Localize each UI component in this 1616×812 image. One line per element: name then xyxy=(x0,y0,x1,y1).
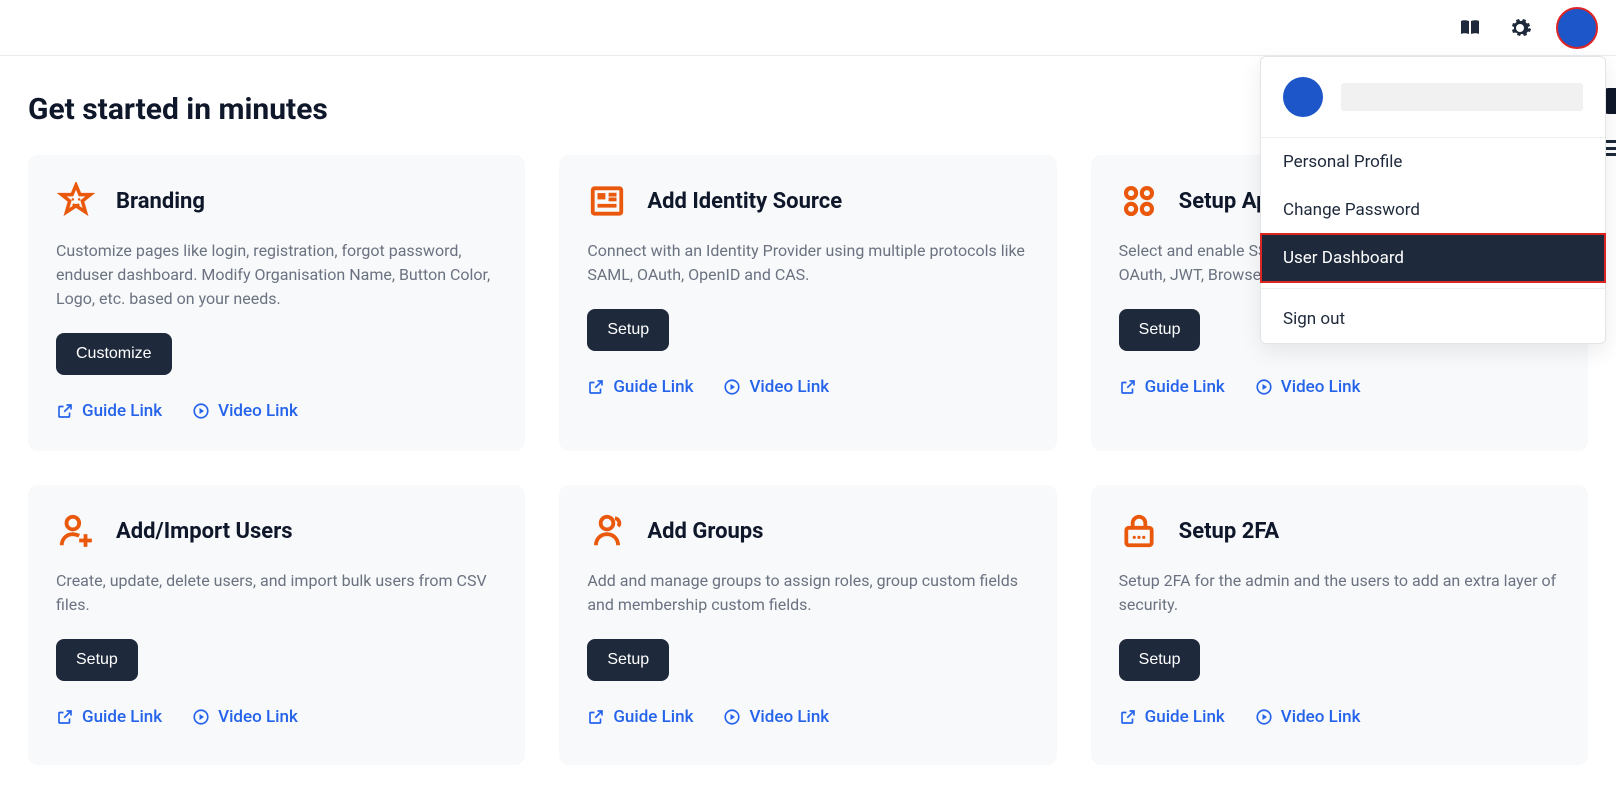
video-link[interactable]: Video Link xyxy=(1255,377,1361,397)
card-title: Add/Import Users xyxy=(116,519,293,544)
card-description: Customize pages like login, registration… xyxy=(56,239,497,311)
guide-link[interactable]: Guide Link xyxy=(1119,707,1225,727)
topbar xyxy=(0,0,1616,56)
card-header: Setup 2FA xyxy=(1119,511,1560,551)
video-link[interactable]: Video Link xyxy=(723,707,829,727)
guide-link[interactable]: Guide Link xyxy=(587,707,693,727)
card-action-button[interactable]: Setup xyxy=(1119,309,1201,351)
card-add-identity-source: Add Identity Source Connect with an Ident… xyxy=(559,155,1056,451)
card-header: Branding xyxy=(56,181,497,221)
apps-icon xyxy=(1119,181,1159,221)
card-title: Setup 2FA xyxy=(1179,519,1280,544)
card-add-groups: Add Groups Add and manage groups to assig… xyxy=(559,485,1056,765)
guide-link[interactable]: Guide Link xyxy=(1119,377,1225,397)
external-link-icon xyxy=(56,402,74,420)
card-description: Setup 2FA for the admin and the users to… xyxy=(1119,569,1560,617)
card-title: Branding xyxy=(116,189,205,214)
video-link[interactable]: Video Link xyxy=(723,377,829,397)
dropdown-divider xyxy=(1261,288,1605,289)
user-avatar[interactable] xyxy=(1556,7,1598,49)
card-links: Guide Link Video Link xyxy=(56,401,497,421)
external-link-icon xyxy=(587,378,605,396)
external-link-icon xyxy=(1119,708,1137,726)
video-link[interactable]: Video Link xyxy=(1255,707,1361,727)
dropdown-item-sign-out[interactable]: Sign out xyxy=(1261,295,1605,343)
play-circle-icon xyxy=(1255,708,1273,726)
user-plus-icon xyxy=(56,511,96,551)
card-add-import-users: Add/Import Users Create, update, delete u… xyxy=(28,485,525,765)
play-circle-icon xyxy=(723,708,741,726)
external-link-icon xyxy=(1119,378,1137,396)
card-description: Connect with an Identity Provider using … xyxy=(587,239,1028,287)
dropdown-item-personal-profile[interactable]: Personal Profile xyxy=(1261,138,1605,186)
card-links: Guide Link Video Link xyxy=(587,707,1028,727)
dropdown-item-user-dashboard[interactable]: User Dashboard xyxy=(1261,234,1605,282)
card-branding: Branding Customize pages like login, regi… xyxy=(28,155,525,451)
play-circle-icon xyxy=(723,378,741,396)
card-links: Guide Link Video Link xyxy=(1119,707,1560,727)
card-action-button[interactable]: Setup xyxy=(1119,639,1201,681)
dropdown-avatar xyxy=(1283,77,1323,117)
video-link[interactable]: Video Link xyxy=(192,401,298,421)
card-header: Add Groups xyxy=(587,511,1028,551)
card-links: Guide Link Video Link xyxy=(56,707,497,727)
external-link-icon xyxy=(56,708,74,726)
group-icon xyxy=(587,511,627,551)
user-dropdown: Personal ProfileChange PasswordUser Dash… xyxy=(1260,56,1606,344)
dropdown-header xyxy=(1261,57,1605,138)
dropdown-username-redacted xyxy=(1341,83,1583,111)
video-link[interactable]: Video Link xyxy=(192,707,298,727)
card-description: Create, update, delete users, and import… xyxy=(56,569,497,617)
guide-link[interactable]: Guide Link xyxy=(56,401,162,421)
card-title: Add Identity Source xyxy=(647,189,842,214)
card-action-button[interactable]: Setup xyxy=(587,309,669,351)
guide-link[interactable]: Guide Link xyxy=(56,707,162,727)
play-circle-icon xyxy=(192,708,210,726)
card-setup-2fa: Setup 2FA Setup 2FA for the admin and the… xyxy=(1091,485,1588,765)
book-icon[interactable] xyxy=(1456,14,1484,42)
gear-icon[interactable] xyxy=(1506,14,1534,42)
card-links: Guide Link Video Link xyxy=(587,377,1028,397)
dropdown-item-change-password[interactable]: Change Password xyxy=(1261,186,1605,234)
card-action-button[interactable]: Setup xyxy=(56,639,138,681)
card-header: Add Identity Source xyxy=(587,181,1028,221)
id-source-icon xyxy=(587,181,627,221)
card-action-button[interactable]: Customize xyxy=(56,333,172,375)
card-links: Guide Link Video Link xyxy=(1119,377,1560,397)
play-circle-icon xyxy=(192,402,210,420)
star-icon xyxy=(56,181,96,221)
lock-2fa-icon xyxy=(1119,511,1159,551)
card-action-button[interactable]: Setup xyxy=(587,639,669,681)
guide-link[interactable]: Guide Link xyxy=(587,377,693,397)
play-circle-icon xyxy=(1255,378,1273,396)
external-link-icon xyxy=(587,708,605,726)
card-title: Add Groups xyxy=(647,519,763,544)
card-description: Add and manage groups to assign roles, g… xyxy=(587,569,1028,617)
card-header: Add/Import Users xyxy=(56,511,497,551)
